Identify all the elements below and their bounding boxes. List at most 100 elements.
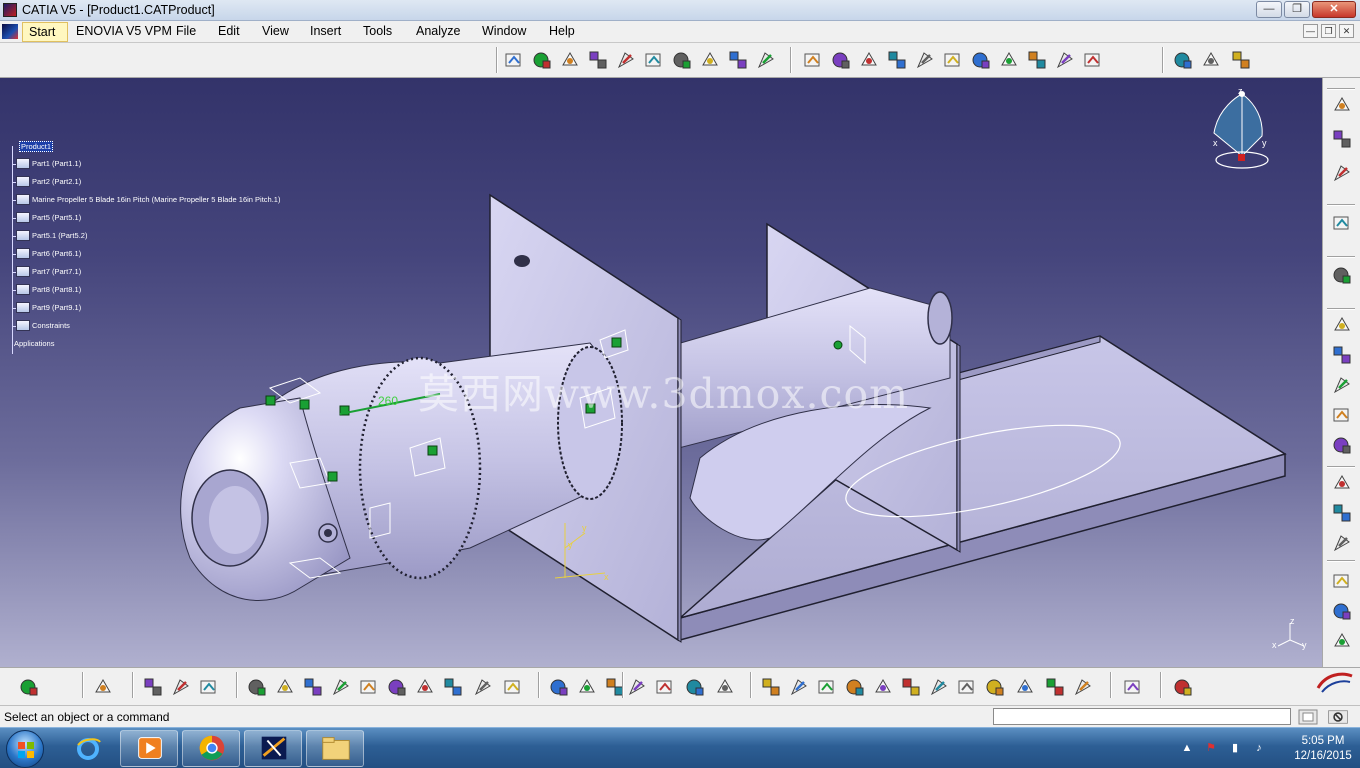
offset-icon[interactable]: [1331, 374, 1353, 396]
grid-icon[interactable]: [92, 676, 114, 698]
copy-icon[interactable]: [386, 676, 408, 698]
redo-icon[interactable]: [472, 676, 494, 698]
component-icon[interactable]: [802, 49, 824, 71]
rotate-icon[interactable]: [844, 676, 866, 698]
catalog-icon[interactable]: [671, 49, 693, 71]
stop-manipulate-icon[interactable]: [559, 49, 581, 71]
material-icon[interactable]: [142, 676, 164, 698]
paste-icon[interactable]: [414, 676, 436, 698]
table-icon[interactable]: [626, 676, 648, 698]
taskbar-catia[interactable]: [244, 730, 302, 767]
tray-action-center-icon[interactable]: ⚑: [1204, 741, 1218, 755]
doc-minimize-button[interactable]: —: [1303, 24, 1318, 38]
flexible-icon[interactable]: [1331, 600, 1353, 622]
fly-mode-icon[interactable]: [760, 676, 782, 698]
measure-icon[interactable]: [643, 49, 665, 71]
menu-analyze[interactable]: Analyze: [416, 24, 460, 38]
rotate-component-icon[interactable]: [1331, 434, 1353, 456]
maximize-button[interactable]: ❐: [1284, 1, 1310, 18]
move-icon[interactable]: [1331, 472, 1353, 494]
compass-icon[interactable]: [1213, 91, 1269, 169]
snap-icon[interactable]: [1331, 264, 1353, 286]
menu-insert[interactable]: Insert: [310, 24, 341, 38]
capture-icon[interactable]: [18, 676, 40, 698]
menu-window[interactable]: Window: [482, 24, 526, 38]
assembly-icon[interactable]: [1331, 94, 1353, 116]
reorder-icon[interactable]: [914, 49, 936, 71]
explode-icon[interactable]: [531, 49, 553, 71]
scene-icon[interactable]: [1026, 49, 1048, 71]
zoom-icon[interactable]: [1200, 49, 1222, 71]
menu-edit[interactable]: Edit: [218, 24, 240, 38]
menu-file[interactable]: File: [176, 24, 196, 38]
3d-viewport[interactable]: x y z y x y z x y 260 莫西网www.3dmox.com P…: [0, 78, 1322, 667]
sectioning-icon[interactable]: [615, 49, 637, 71]
stop-command-icon[interactable]: [1327, 706, 1355, 726]
bolt-icon[interactable]: [1331, 570, 1353, 592]
cut-icon[interactable]: [358, 676, 380, 698]
reuse-pattern-icon[interactable]: [1331, 532, 1353, 554]
apply-material-icon[interactable]: [198, 676, 220, 698]
taskbar-media-player[interactable]: [120, 730, 178, 767]
windows-start-button[interactable]: [6, 730, 44, 768]
close-button[interactable]: ✕: [1312, 1, 1356, 18]
sketcher-icon[interactable]: [727, 49, 749, 71]
measure-item-icon[interactable]: [684, 676, 706, 698]
smart-move-icon[interactable]: [1331, 502, 1353, 524]
annotation-icon[interactable]: [970, 49, 992, 71]
replace-icon[interactable]: [886, 49, 908, 71]
render-icon[interactable]: [170, 676, 192, 698]
product-icon[interactable]: [755, 49, 777, 71]
menu-help[interactable]: Help: [549, 24, 575, 38]
swap-icon[interactable]: [1044, 676, 1066, 698]
menu-tools[interactable]: Tools: [363, 24, 392, 38]
taskbar-clock[interactable]: 5:05 PM 12/16/2015: [1288, 734, 1358, 764]
menu-start[interactable]: Start: [22, 22, 68, 42]
formula-icon[interactable]: [548, 676, 570, 698]
fix-icon[interactable]: [1331, 162, 1353, 184]
save-icon[interactable]: [302, 676, 324, 698]
tray-network-icon[interactable]: ▮: [1228, 741, 1242, 755]
undo-icon[interactable]: [442, 676, 464, 698]
menu-view[interactable]: View: [262, 24, 289, 38]
zoom-in-icon[interactable]: [872, 676, 894, 698]
normal-view-icon[interactable]: [928, 676, 950, 698]
fit-all-bottom-icon[interactable]: [788, 676, 810, 698]
shading-icon[interactable]: [984, 676, 1006, 698]
internet-explorer-icon[interactable]: [74, 736, 102, 762]
coincidence-icon[interactable]: [1331, 314, 1353, 336]
dimension-value[interactable]: 260: [378, 394, 398, 408]
hide-show-icon[interactable]: [1014, 676, 1036, 698]
spec-tree-icon[interactable]: [654, 676, 676, 698]
minimize-button[interactable]: —: [1256, 1, 1282, 18]
generate-numbering-icon[interactable]: [942, 49, 964, 71]
command-history-icon[interactable]: [1297, 706, 1319, 726]
pan-bottom-icon[interactable]: [816, 676, 838, 698]
create-multi-view-icon[interactable]: [1072, 676, 1094, 698]
bill-of-material-icon[interactable]: [998, 49, 1020, 71]
tray-volume-icon[interactable]: ♪: [1252, 741, 1266, 755]
part-icon[interactable]: [830, 49, 852, 71]
axis-icon[interactable]: [1230, 49, 1252, 71]
clash-icon[interactable]: [587, 49, 609, 71]
catia-app-icon[interactable]: [3, 3, 17, 17]
new-icon[interactable]: [246, 676, 268, 698]
print-icon[interactable]: [330, 676, 352, 698]
publication-icon[interactable]: [1054, 49, 1076, 71]
contact-icon[interactable]: [1331, 344, 1353, 366]
select-icon[interactable]: [1331, 212, 1353, 234]
zoom-out-icon[interactable]: [900, 676, 922, 698]
open-icon[interactable]: [274, 676, 296, 698]
tray-show-hidden-icon[interactable]: ▲: [1180, 741, 1194, 755]
comment-icon[interactable]: [576, 676, 598, 698]
iso-view-icon[interactable]: [956, 676, 978, 698]
doc-restore-button[interactable]: ❐: [1321, 24, 1336, 38]
manipulation-icon[interactable]: [503, 49, 525, 71]
constraint-icon[interactable]: [1331, 128, 1353, 150]
reload-icon[interactable]: [1172, 676, 1194, 698]
angle-icon[interactable]: [1331, 404, 1353, 426]
whats-this-icon[interactable]: [502, 676, 524, 698]
taskbar-explorer[interactable]: [306, 730, 364, 767]
catalog-browser-icon[interactable]: [714, 676, 736, 698]
menu-enovia[interactable]: ENOVIA V5 VPM: [76, 24, 172, 38]
